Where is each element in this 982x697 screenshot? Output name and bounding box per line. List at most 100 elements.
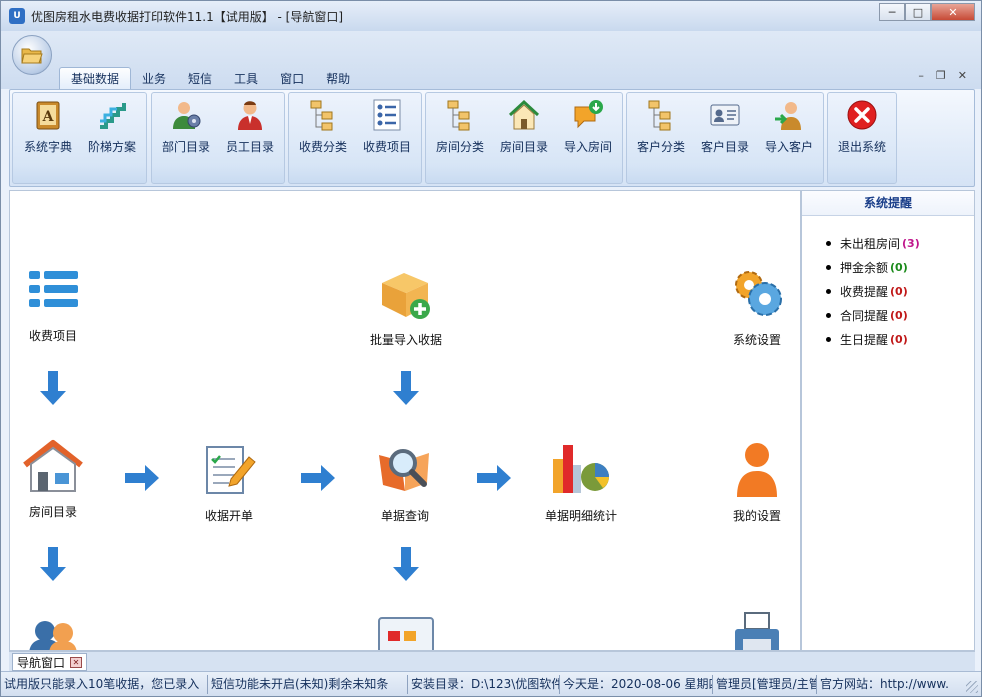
status-website[interactable]: 官方网站：http://www. (817, 675, 957, 694)
title-bar: U 优图房租水电费收据打印软件11.1【试用版】 - [导航窗口] ─ □ ✕ (1, 1, 981, 31)
list-icon (29, 271, 78, 307)
gears-icon (735, 271, 782, 316)
bullet (826, 288, 831, 294)
room-category-button[interactable]: 房间分类 (429, 97, 491, 157)
nav-receipt-query[interactable]: 单据查询 (350, 439, 460, 524)
nav-receipt-print[interactable] (351, 615, 461, 650)
ribbon-tabs: 基础数据 业务 短信 工具 窗口 帮助 (59, 67, 361, 89)
box-add-icon (382, 273, 430, 319)
tab-tools[interactable]: 工具 (223, 67, 269, 89)
nav-receipt-stats[interactable]: 单据明细统计 (526, 439, 636, 524)
app-menu-button[interactable] (12, 35, 52, 75)
svg-text:A: A (42, 109, 55, 125)
reminder-panel-title: 系统提醒 (802, 191, 974, 216)
reminder-item-fee[interactable]: 收费提醒 (0) (826, 279, 974, 303)
nav-receipt-issue[interactable]: 收据开单 (174, 439, 284, 524)
stairs-icon (100, 103, 126, 129)
house-icon (23, 440, 83, 492)
resize-grip[interactable] (966, 681, 978, 693)
list-icon (373, 99, 401, 131)
minimize-button[interactable]: ─ (879, 3, 905, 21)
department-icon (173, 102, 201, 129)
form-edit-icon (206, 446, 256, 494)
user-import-icon (775, 102, 801, 130)
mdi-minimize-button[interactable]: – (918, 69, 924, 82)
fee-item-button[interactable]: 收费项目 (356, 97, 418, 157)
exit-system-button[interactable]: 退出系统 (831, 97, 893, 157)
bullet (826, 312, 831, 318)
mdi-restore-button[interactable]: ❐ (936, 69, 946, 82)
close-icon[interactable]: ✕ (70, 656, 83, 668)
bullet (826, 264, 831, 270)
nav-system-settings[interactable]: 系统设置 (702, 263, 800, 348)
id-card-icon (710, 104, 740, 126)
arrow-right-icon (477, 465, 511, 491)
employee-icon (238, 101, 262, 130)
tree-icon (310, 100, 333, 131)
ribbon-group-fees: 收费分类 收费项目 (288, 92, 422, 184)
close-button[interactable]: ✕ (931, 3, 975, 21)
maximize-button[interactable]: □ (905, 3, 931, 21)
exit-icon (847, 100, 877, 130)
customer-category-button[interactable]: 客户分类 (630, 97, 692, 157)
nav-room-catalog[interactable]: 房间目录 (10, 439, 108, 520)
nav-my-settings[interactable]: 我的设置 (702, 439, 800, 524)
reminder-item-vacant-rooms[interactable]: 未出租房间 (3) (826, 231, 974, 255)
fee-category-button[interactable]: 收费分类 (292, 97, 354, 157)
users-icon (29, 621, 77, 650)
import-room-button[interactable]: 导入房间 (557, 97, 619, 157)
user-icon (737, 443, 777, 497)
document-tab-strip: 导航窗口 ✕ (9, 651, 975, 671)
printer-icon (735, 612, 779, 650)
status-trial: 试用版只能录入10笔收据，您已录入 (1, 674, 208, 694)
ribbon-group-exit: 退出系统 (827, 92, 897, 184)
navigation-panel: 收费项目 批量导入收据 系统设置 房间目录 收据开单 单据查询 单据明细统计 我… (9, 190, 801, 651)
bullet (826, 336, 831, 342)
nav-printer[interactable] (702, 611, 800, 650)
system-dictionary-button[interactable]: A 系统字典 (17, 97, 79, 157)
arrow-right-icon (301, 465, 335, 491)
status-bar: 试用版只能录入10笔收据，您已录入 短信功能未开启(未知)剩余未知条 安装目录：… (1, 671, 981, 696)
dictionary-icon: A (36, 101, 60, 130)
ribbon-panel: A 系统字典 阶梯方案 部门目录 员工目录 收费分类 收费项目 房间分类 房间目… (9, 89, 975, 187)
arrow-down-icon (393, 371, 419, 405)
chart-icon (553, 445, 609, 493)
window-title: 优图房租水电费收据打印软件11.1【试用版】 - [导航窗口] (31, 9, 344, 24)
arrow-down-icon (40, 371, 66, 405)
arrow-down-icon (393, 547, 419, 581)
app-logo-icon[interactable]: U (9, 8, 25, 24)
ribbon-group-staff: 部门目录 员工目录 (151, 92, 285, 184)
folder-open-icon (21, 48, 43, 64)
employee-catalog-button[interactable]: 员工目录 (219, 97, 281, 157)
tab-business[interactable]: 业务 (131, 67, 177, 89)
doc-tab-navigation[interactable]: 导航窗口 ✕ (12, 653, 88, 671)
tier-plan-button[interactable]: 阶梯方案 (81, 97, 143, 157)
ribbon-group-customers: 客户分类 客户目录 导入客户 (626, 92, 824, 184)
customer-catalog-button[interactable]: 客户目录 (694, 97, 756, 157)
ribbon-group-rooms: 房间分类 房间目录 导入房间 (425, 92, 623, 184)
nav-customers[interactable] (10, 615, 108, 650)
nav-batch-import[interactable]: 批量导入收据 (351, 263, 461, 348)
tab-basic-data[interactable]: 基础数据 (59, 67, 132, 89)
search-book-icon (379, 449, 429, 491)
status-install-dir: 安装目录：D:\123\优图软件 (408, 674, 560, 694)
template-icon (378, 617, 434, 650)
room-catalog-button[interactable]: 房间目录 (493, 97, 555, 157)
tab-help[interactable]: 帮助 (315, 67, 361, 89)
tab-sms[interactable]: 短信 (177, 67, 223, 89)
reminder-item-deposit-balance[interactable]: 押金余额 (0) (826, 255, 974, 279)
reminder-item-contract[interactable]: 合同提醒 (0) (826, 303, 974, 327)
tree-icon (447, 100, 470, 131)
status-sms: 短信功能未开启(未知)剩余未知条 (208, 674, 408, 694)
department-catalog-button[interactable]: 部门目录 (155, 97, 217, 157)
reminder-panel: 系统提醒 未出租房间 (3) 押金余额 (0) 收费提醒 (0) 合同提醒 (0) 生日… (801, 190, 975, 651)
bullet (826, 240, 831, 246)
import-icon (574, 100, 603, 129)
import-customer-button[interactable]: 导入客户 (758, 97, 820, 157)
nav-fee-items[interactable]: 收费项目 (10, 263, 108, 344)
tab-window[interactable]: 窗口 (269, 67, 315, 89)
arrow-right-icon (125, 465, 159, 491)
status-user: 管理员[管理员/主管] (713, 674, 817, 694)
reminder-item-birthday[interactable]: 生日提醒 (0) (826, 327, 974, 351)
mdi-close-button[interactable]: ✕ (958, 69, 967, 82)
